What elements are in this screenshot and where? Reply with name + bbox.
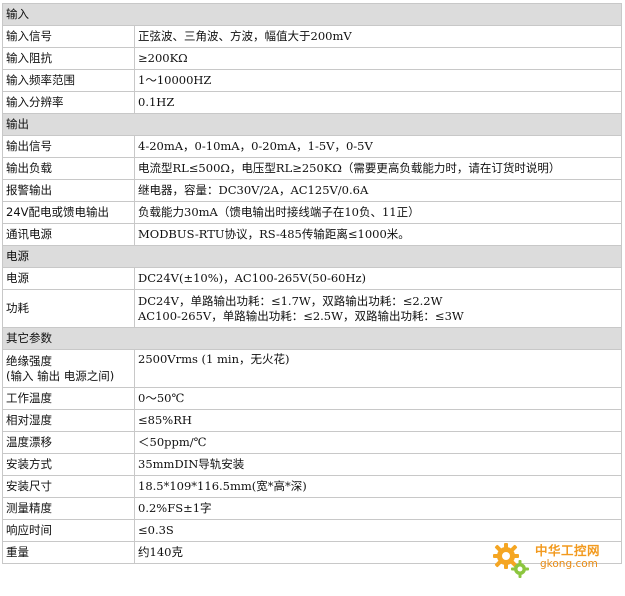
spec-label: 通讯电源 bbox=[2, 223, 135, 246]
watermark: 中华工控网 gkong.com bbox=[492, 538, 617, 582]
spec-value: 0.2%FS±1字 bbox=[134, 497, 622, 520]
section-title: 输入 bbox=[2, 3, 622, 26]
section-header-row: 其它参数 bbox=[2, 327, 622, 350]
spec-label: 测量精度 bbox=[2, 497, 135, 520]
spec-value: 负载能力30mA（馈电输出时接线端子在10负、11正） bbox=[134, 201, 622, 224]
watermark-text-en: gkong.com bbox=[540, 558, 598, 570]
spec-label: 输入频率范围 bbox=[2, 69, 135, 92]
spec-value-line: DC24V，单路输出功耗：≤1.7W，双路输出功耗：≤2.2W bbox=[138, 293, 443, 308]
spec-label: 工作温度 bbox=[2, 387, 135, 410]
spec-label: 输出负载 bbox=[2, 157, 135, 180]
spec-value: 35mmDIN导轨安装 bbox=[134, 453, 622, 476]
spec-label: 绝缘强度 (输入 输出 电源之间) bbox=[2, 349, 135, 388]
section-header-row: 电源 bbox=[2, 245, 622, 268]
spec-row: 工作温度 0～50℃ bbox=[2, 387, 622, 410]
spec-value: 1～10000HZ bbox=[134, 69, 622, 92]
section-title: 其它参数 bbox=[2, 327, 622, 350]
spec-label: 电源 bbox=[2, 267, 135, 290]
spec-row: 输出信号 4-20mA，0-10mA，0-20mA，1-5V，0-5V bbox=[2, 135, 622, 158]
spec-label: 响应时间 bbox=[2, 519, 135, 542]
spec-label: 温度漂移 bbox=[2, 431, 135, 454]
section-header-row: 输入 bbox=[2, 3, 622, 26]
spec-label-line: (输入 输出 电源之间) bbox=[6, 368, 115, 383]
spec-value: 18.5*109*116.5mm(宽*高*深) bbox=[134, 475, 622, 498]
spec-row: 24V配电或馈电输出 负载能力30mA（馈电输出时接线端子在10负、11正） bbox=[2, 201, 622, 224]
section-header-row: 输出 bbox=[2, 113, 622, 136]
spec-row: 输出负载 电流型RL≤500Ω，电压型RL≥250KΩ（需要更高负载能力时，请在订… bbox=[2, 157, 622, 180]
spec-row: 输入分辨率 0.1HZ bbox=[2, 91, 622, 114]
spec-value: 0.1HZ bbox=[134, 91, 622, 114]
spec-value: ≤85%RH bbox=[134, 409, 622, 432]
spec-value: 正弦波、三角波、方波，幅值大于200mV bbox=[134, 25, 622, 48]
spec-row: 通讯电源 MODBUS-RTU协议，RS-485传输距离≤1000米。 bbox=[2, 223, 622, 246]
spec-row: 电源 DC24V(±10%)，AC100-265V(50-60Hz) bbox=[2, 267, 622, 290]
spec-value: ≥200KΩ bbox=[134, 47, 622, 70]
spec-label: 相对湿度 bbox=[2, 409, 135, 432]
spec-label: 重量 bbox=[2, 541, 135, 564]
section-title: 电源 bbox=[2, 245, 622, 268]
spec-row: 功耗 DC24V，单路输出功耗：≤1.7W，双路输出功耗：≤2.2W AC100-2… bbox=[2, 289, 622, 328]
spec-value: 0～50℃ bbox=[134, 387, 622, 410]
spec-row: 安装方式 35mmDIN导轨安装 bbox=[2, 453, 622, 476]
spec-label: 输入分辨率 bbox=[2, 91, 135, 114]
gear-icon bbox=[493, 543, 529, 578]
spec-row: 输入信号 正弦波、三角波、方波，幅值大于200mV bbox=[2, 25, 622, 48]
spec-label: 输出信号 bbox=[2, 135, 135, 158]
spec-table-body: 输入 输入信号 正弦波、三角波、方波，幅值大于200mV 输入阻抗 ≥200KΩ 输入频率… bbox=[2, 3, 622, 564]
spec-value: ＜50ppm/℃ bbox=[134, 431, 622, 454]
watermark-text-cn: 中华工控网 bbox=[535, 543, 601, 558]
spec-value-line: AC100-265V，单路输出功耗：≤2.5W，双路输出功耗：≤3W bbox=[138, 308, 464, 323]
spec-table: 输入 输入信号 正弦波、三角波、方波，幅值大于200mV 输入阻抗 ≥200KΩ 输入频率… bbox=[2, 3, 622, 564]
spec-label: 报警输出 bbox=[2, 179, 135, 202]
spec-row: 测量精度 0.2%FS±1字 bbox=[2, 497, 622, 520]
spec-label: 24V配电或馈电输出 bbox=[2, 201, 135, 224]
spec-value: 继电器，容量：DC30V/2A，AC125V/0.6A bbox=[134, 179, 622, 202]
spec-row: 绝缘强度 (输入 输出 电源之间) 2500Vrms (1 min，无火花) bbox=[2, 349, 622, 388]
spec-label: 输入信号 bbox=[2, 25, 135, 48]
spec-row: 温度漂移 ＜50ppm/℃ bbox=[2, 431, 622, 454]
spec-row: 输入频率范围 1～10000HZ bbox=[2, 69, 622, 92]
spec-label-line: 绝缘强度 bbox=[6, 353, 52, 368]
spec-label: 输入阻抗 bbox=[2, 47, 135, 70]
spec-value: MODBUS-RTU协议，RS-485传输距离≤1000米。 bbox=[134, 223, 622, 246]
spec-value: 2500Vrms (1 min，无火花) bbox=[134, 349, 622, 388]
spec-row: 报警输出 继电器，容量：DC30V/2A，AC125V/0.6A bbox=[2, 179, 622, 202]
spec-value: DC24V(±10%)，AC100-265V(50-60Hz) bbox=[134, 267, 622, 290]
section-title: 输出 bbox=[2, 113, 622, 136]
spec-row: 输入阻抗 ≥200KΩ bbox=[2, 47, 622, 70]
spec-label: 功耗 bbox=[2, 289, 135, 328]
spec-label: 安装尺寸 bbox=[2, 475, 135, 498]
spec-row: 相对湿度 ≤85%RH bbox=[2, 409, 622, 432]
spec-value: 电流型RL≤500Ω，电压型RL≥250KΩ（需要更高负载能力时，请在订货时说明… bbox=[134, 157, 622, 180]
spec-value: DC24V，单路输出功耗：≤1.7W，双路输出功耗：≤2.2W AC100-265… bbox=[134, 289, 622, 328]
spec-value: 4-20mA，0-10mA，0-20mA，1-5V，0-5V bbox=[134, 135, 622, 158]
spec-label: 安装方式 bbox=[2, 453, 135, 476]
spec-row: 安装尺寸 18.5*109*116.5mm(宽*高*深) bbox=[2, 475, 622, 498]
